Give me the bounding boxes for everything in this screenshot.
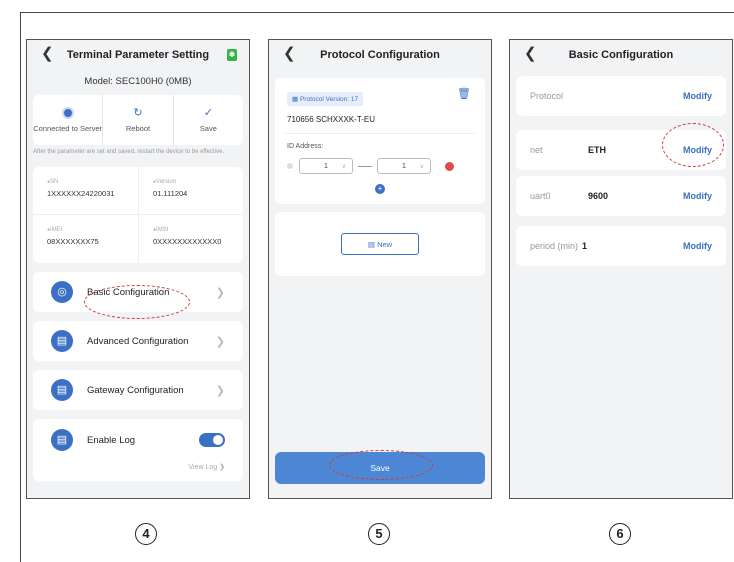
back-icon[interactable]: ❮ (283, 46, 296, 62)
info-value: 1XXXXXX24220031 (47, 189, 115, 198)
page-title: Terminal Parameter Setting (66, 49, 210, 61)
status-card: Connected to Server ↻ Reboot ✓ Save (33, 95, 243, 145)
menu-label: Advanced Configuration (87, 335, 189, 347)
id-address-label: ID Address: (287, 143, 324, 150)
view-log-link[interactable]: View Log ❯ (189, 463, 225, 471)
config-key: Protocol (530, 91, 564, 101)
config-key: period (min) (530, 241, 579, 251)
config-value: ETH (588, 145, 606, 155)
range-dash (358, 165, 372, 167)
info-value: 01.111204 (153, 189, 188, 198)
reboot-button[interactable]: ↻ Reboot (102, 95, 172, 145)
log-icon: ▤ (51, 429, 73, 451)
router-icon: ▤ (51, 330, 73, 352)
page-title: Basic Configuration (568, 49, 674, 61)
globe-icon: ◎ (51, 281, 73, 303)
protocol-configuration-screen: ❮ Protocol Configuration ▦ Protocol Vers… (268, 39, 492, 499)
connected-to-server-button[interactable]: Connected to Server (33, 95, 102, 145)
remove-range-icon[interactable] (445, 161, 454, 171)
id-from-select[interactable]: 1 (299, 158, 353, 174)
back-icon[interactable]: ❮ (524, 46, 537, 62)
protocol-name: 710656 SCHXXXK-T-EU (287, 115, 376, 124)
enable-log-toggle[interactable] (199, 433, 225, 447)
chevron-right-icon: ❯ (215, 335, 225, 348)
protocol-version-badge: ▦ Protocol Version: 17 (287, 92, 364, 106)
id-to-select[interactable]: 1 (377, 158, 431, 174)
basic-configuration-screen: ❮ Basic Configuration Protocol Modify ne… (509, 39, 733, 499)
menu-label: Basic Configuration (87, 286, 170, 298)
step-number: 6 (609, 523, 631, 545)
back-icon[interactable]: ❮ (41, 46, 54, 62)
enable-log-row: ▤ Enable Log View Log ❯ (33, 419, 243, 481)
action-label: Save (199, 124, 217, 133)
modify-button[interactable]: Modify (683, 241, 712, 251)
info-label: IMSI (153, 227, 243, 233)
action-label: Reboot (125, 124, 151, 133)
router-icon: ▤ (51, 379, 73, 401)
new-protocol-button[interactable]: ▤ New (341, 233, 419, 255)
config-key: uart0 (530, 191, 551, 201)
header: ❮ Protocol Configuration (269, 40, 491, 70)
chevron-right-icon: ❯ (215, 286, 225, 299)
server-dot-icon (63, 109, 72, 117)
terminal-parameter-screen: ❮ Terminal Parameter Setting ✱ Model: SE… (26, 39, 250, 499)
new-label: New (377, 239, 393, 249)
menu-gateway-configuration[interactable]: ▤ Gateway Configuration ❯ (33, 370, 243, 410)
menu-advanced-configuration[interactable]: ▤ Advanced Configuration ❯ (33, 321, 243, 361)
view-log-label: View Log (188, 464, 218, 471)
info-label: Version (153, 179, 243, 185)
bullet-icon (287, 163, 293, 169)
trash-icon[interactable]: 🗑 (457, 87, 471, 100)
page-title: Protocol Configuration (320, 49, 440, 61)
config-row-protocol: Protocol Modify (516, 76, 726, 116)
save-button[interactable]: Save (275, 452, 485, 484)
header: ❮ Terminal Parameter Setting ✱ (27, 40, 249, 70)
info-imei: IMEI 08XXXXXXX75 (33, 215, 138, 263)
step-number: 5 (368, 523, 390, 545)
action-label: Connected to Server (33, 124, 103, 133)
info-label: IMEI (47, 227, 138, 233)
info-label: SN (47, 179, 138, 185)
menu-basic-configuration[interactable]: ◎ Basic Configuration ❯ (33, 272, 243, 312)
divider (285, 133, 475, 134)
header: ❮ Basic Configuration (510, 40, 732, 70)
info-value: 08XXXXXXX75 (47, 237, 99, 246)
bluetooth-icon[interactable]: ✱ (227, 49, 237, 61)
info-value: 0XXXXXXXXXXXX0 (153, 237, 222, 246)
protocol-card: ▦ Protocol Version: 17 🗑 710656 SCHXXXK-… (275, 78, 485, 204)
config-row-uart0: uart0 9600 Modify (516, 176, 726, 216)
modify-button[interactable]: Modify (683, 191, 712, 201)
log-label: Enable Log (87, 435, 136, 446)
modify-button[interactable]: Modify (683, 145, 712, 155)
info-sn: SN 1XXXXXX24220031 (33, 167, 138, 215)
config-value: 9600 (588, 191, 609, 201)
step-number: 4 (135, 523, 157, 545)
info-version: Version 01.111204 (138, 167, 243, 215)
restart-note: After the parameter are set and saved, r… (33, 149, 224, 155)
id-range-row: 1 1 (287, 158, 473, 174)
modify-button[interactable]: Modify (683, 91, 712, 101)
reboot-icon: ↻ (133, 107, 143, 119)
config-key: net (530, 145, 543, 155)
add-range-icon[interactable]: + (375, 184, 385, 194)
save-check-icon: ✓ (203, 107, 213, 119)
protocol-version-text: Protocol Version: 17 (299, 96, 359, 103)
save-button[interactable]: ✓ Save (172, 95, 243, 145)
menu-label: Gateway Configuration (87, 384, 184, 396)
config-row-net: net ETH Modify (516, 130, 726, 170)
chevron-right-icon: ❯ (215, 384, 225, 397)
config-row-period: period (min) 1 Modify (516, 226, 726, 266)
device-info-card: SN 1XXXXXX24220031 Version 01.111204 IME… (33, 167, 243, 263)
config-value: 1 (582, 241, 588, 251)
info-imsi: IMSI 0XXXXXXXXXXXX0 (138, 215, 243, 263)
model-label: Model: SEC100H0 (0MB) (84, 76, 192, 87)
new-protocol-card: ▤ New (275, 212, 485, 276)
